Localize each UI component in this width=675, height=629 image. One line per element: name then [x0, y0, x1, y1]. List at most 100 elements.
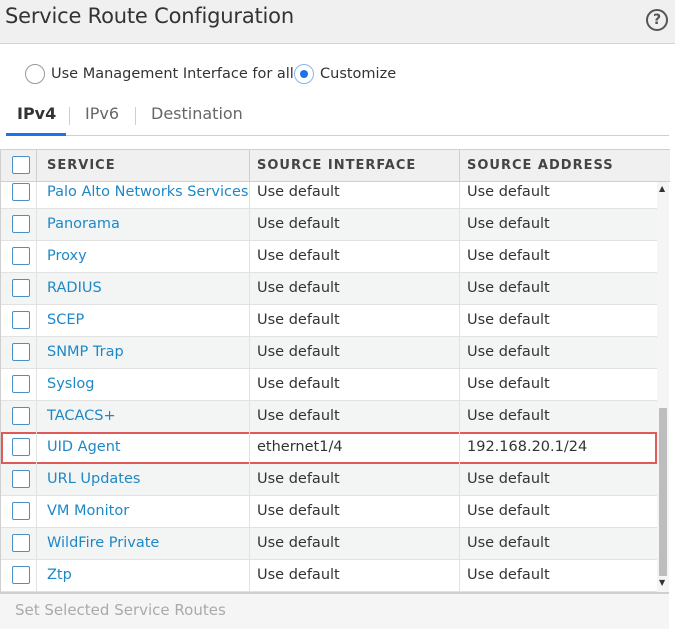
radio-label: Customize — [320, 66, 397, 82]
table-row-highlighted[interactable]: UID Agent ethernet1/4 192.168.20.1/24 — [1, 432, 657, 464]
source-interface-cell: Use default — [257, 535, 340, 551]
service-link[interactable]: Panorama — [47, 209, 120, 240]
column-divider — [459, 241, 460, 273]
tab-divider — [135, 107, 136, 125]
row-checkbox[interactable] — [12, 215, 30, 233]
table-header: SERVICE SOURCE INTERFACE SOURCE ADDRESS — [1, 149, 670, 182]
service-link[interactable]: UID Agent — [47, 432, 121, 463]
column-divider — [249, 560, 250, 592]
column-divider — [249, 305, 250, 337]
column-divider — [36, 150, 37, 181]
table-row[interactable]: Panorama Use default Use default — [1, 209, 657, 241]
column-divider — [36, 496, 37, 528]
dialog-titlebar: Service Route Configuration ? — [0, 0, 675, 44]
column-header-service[interactable]: SERVICE — [47, 150, 116, 181]
column-divider — [36, 432, 37, 464]
radio-unchecked-icon[interactable] — [25, 64, 45, 84]
service-link[interactable]: URL Updates — [47, 464, 140, 495]
row-checkbox[interactable] — [12, 343, 30, 361]
column-divider — [459, 401, 460, 433]
column-divider — [459, 560, 460, 592]
source-interface-cell: Use default — [257, 503, 340, 519]
scrollbar-thumb[interactable] — [659, 408, 667, 576]
row-checkbox[interactable] — [12, 502, 30, 520]
source-address-cell: 192.168.20.1/24 — [467, 439, 588, 455]
column-divider — [36, 401, 37, 433]
row-checkbox[interactable] — [12, 407, 30, 425]
table-row[interactable]: Ztp Use default Use default — [1, 560, 657, 592]
table-row[interactable]: URL Updates Use default Use default — [1, 464, 657, 496]
service-link[interactable]: Proxy — [47, 241, 87, 272]
row-checkbox[interactable] — [12, 183, 30, 201]
service-link[interactable]: Syslog — [47, 369, 94, 400]
service-route-table: SERVICE SOURCE INTERFACE SOURCE ADDRESS … — [0, 149, 670, 593]
column-divider — [36, 182, 37, 209]
tab-bar: IPv4 IPv6 Destination — [6, 100, 669, 136]
column-divider — [249, 528, 250, 560]
column-divider — [36, 305, 37, 337]
tab-ipv4[interactable]: IPv4 — [17, 104, 56, 123]
column-divider — [36, 241, 37, 273]
source-interface-cell: Use default — [257, 184, 340, 200]
column-divider — [36, 337, 37, 369]
row-checkbox[interactable] — [12, 566, 30, 584]
service-link[interactable]: Ztp — [47, 560, 72, 591]
service-link[interactable]: WildFire Private — [47, 528, 159, 559]
column-divider — [459, 182, 460, 209]
radio-use-management-interface[interactable]: Use Management Interface for all — [25, 63, 294, 85]
column-divider — [459, 273, 460, 305]
service-link[interactable]: TACACS+ — [47, 401, 116, 432]
scroll-down-arrow-icon[interactable]: ▼ — [659, 578, 665, 587]
column-header-source-address[interactable]: SOURCE ADDRESS — [467, 150, 614, 181]
radio-checked-icon[interactable] — [294, 64, 314, 84]
row-checkbox[interactable] — [12, 279, 30, 297]
dialog-title: Service Route Configuration — [5, 4, 294, 28]
table-row[interactable]: SNMP Trap Use default Use default — [1, 337, 657, 369]
service-link[interactable]: SCEP — [47, 305, 84, 336]
tab-destination[interactable]: Destination — [151, 104, 243, 123]
table-row[interactable]: Syslog Use default Use default — [1, 369, 657, 401]
row-checkbox[interactable] — [12, 470, 30, 488]
service-link[interactable]: Palo Alto Networks Services — [47, 182, 248, 208]
column-divider — [249, 432, 250, 464]
set-selected-service-routes-button[interactable]: Set Selected Service Routes — [15, 601, 226, 619]
table-row[interactable]: VM Monitor Use default Use default — [1, 496, 657, 528]
active-tab-indicator — [6, 133, 66, 136]
source-address-cell: Use default — [467, 471, 550, 487]
help-icon[interactable]: ? — [646, 9, 668, 31]
row-checkbox[interactable] — [12, 311, 30, 329]
column-divider — [36, 528, 37, 560]
source-interface-cell: Use default — [257, 376, 340, 392]
column-divider — [459, 369, 460, 401]
column-header-source-interface[interactable]: SOURCE INTERFACE — [257, 150, 416, 181]
source-address-cell: Use default — [467, 344, 550, 360]
table-row[interactable]: Palo Alto Networks Services Use default … — [1, 182, 657, 209]
source-address-cell: Use default — [467, 567, 550, 583]
service-link[interactable]: SNMP Trap — [47, 337, 124, 368]
source-interface-cell: Use default — [257, 471, 340, 487]
table-row[interactable]: Proxy Use default Use default — [1, 241, 657, 273]
select-all-checkbox[interactable] — [12, 156, 30, 174]
row-checkbox[interactable] — [12, 438, 30, 456]
column-divider — [459, 305, 460, 337]
column-divider — [459, 150, 460, 181]
table-row[interactable]: WildFire Private Use default Use default — [1, 528, 657, 560]
route-mode-radio-group: Use Management Interface for all Customi… — [25, 63, 665, 85]
source-interface-cell: Use default — [257, 567, 340, 583]
row-checkbox[interactable] — [12, 534, 30, 552]
row-checkbox[interactable] — [12, 375, 30, 393]
service-link[interactable]: RADIUS — [47, 273, 102, 304]
scroll-up-arrow-icon[interactable]: ▲ — [659, 184, 665, 193]
column-divider — [459, 528, 460, 560]
service-link[interactable]: VM Monitor — [47, 496, 129, 527]
row-checkbox[interactable] — [12, 247, 30, 265]
table-row[interactable]: RADIUS Use default Use default — [1, 273, 657, 305]
tab-ipv6[interactable]: IPv6 — [85, 104, 119, 123]
radio-customize[interactable]: Customize — [294, 63, 396, 85]
column-divider — [249, 464, 250, 496]
source-address-cell: Use default — [467, 312, 550, 328]
vertical-scrollbar[interactable]: ▲ ▼ — [657, 182, 669, 592]
table-row[interactable]: TACACS+ Use default Use default — [1, 401, 657, 433]
table-row[interactable]: SCEP Use default Use default — [1, 305, 657, 337]
column-divider — [459, 496, 460, 528]
